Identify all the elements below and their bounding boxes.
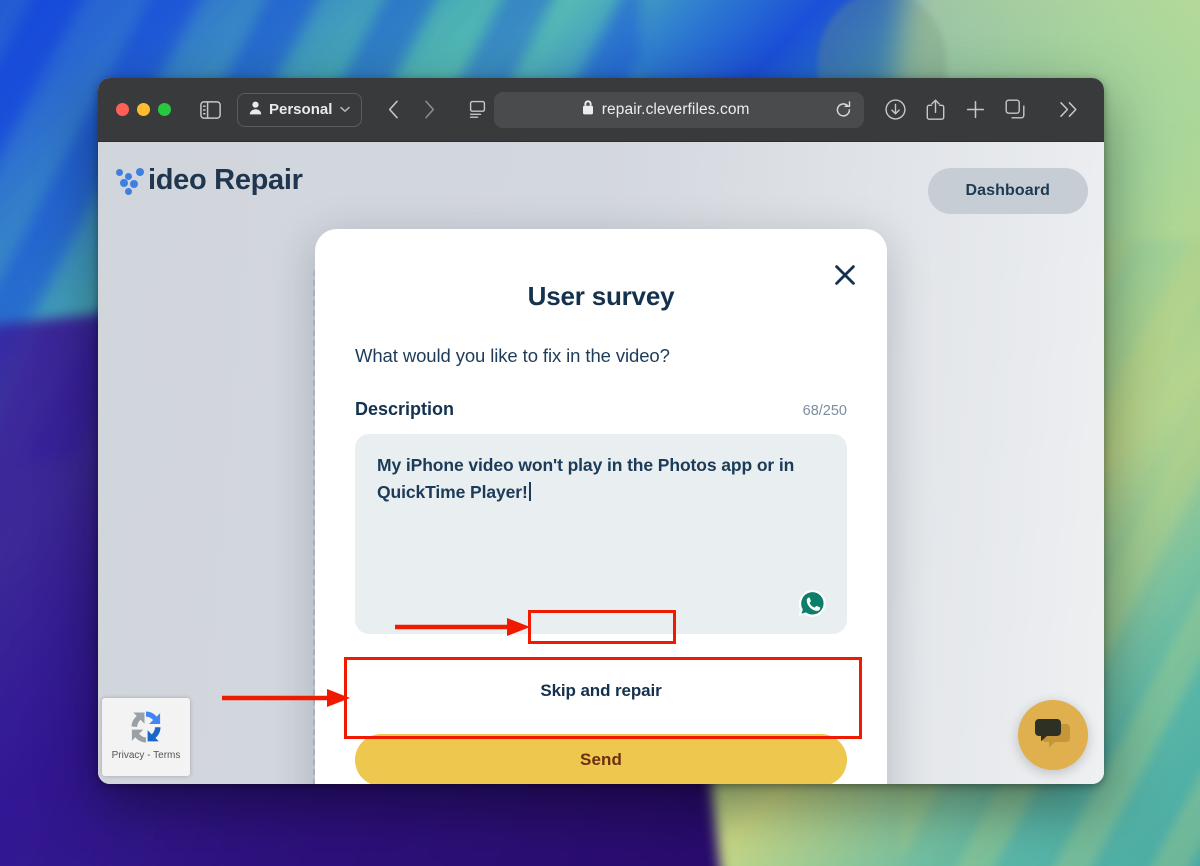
reader-view-icon[interactable] (460, 93, 494, 127)
text-caret (528, 481, 531, 501)
skip-link-row: Skip and repair (355, 676, 847, 706)
downloads-icon[interactable] (878, 93, 912, 127)
toolbar-right-actions (864, 93, 1086, 127)
back-button[interactable] (376, 93, 410, 127)
dashboard-button[interactable]: Dashboard (927, 168, 1088, 214)
url-text: repair.cleverfiles.com (601, 100, 750, 118)
page-content: ideo Repair Dashboard Privacy - Terms Us… (98, 142, 1104, 784)
close-window-button[interactable] (116, 103, 129, 116)
recaptcha-icon (124, 705, 168, 749)
new-tab-icon[interactable] (958, 93, 992, 127)
v-dots-icon (116, 167, 146, 195)
overflow-icon[interactable] (1052, 93, 1086, 127)
survey-question: What would you like to fix in the video? (355, 345, 670, 366)
recaptcha-text: Privacy - Terms (111, 750, 181, 761)
desktop-wallpaper: Personal repair.cleverfiles.com ideo Rep… (0, 0, 1200, 866)
profile-button[interactable]: Personal (237, 92, 363, 127)
sidebar-icon[interactable] (193, 93, 227, 127)
description-text-value: My iPhone video won't play in the Photos… (377, 455, 800, 502)
description-label: Description (355, 399, 455, 419)
browser-toolbar: Personal repair.cleverfiles.com (98, 78, 1104, 142)
person-icon (249, 101, 262, 119)
description-textarea[interactable]: My iPhone video won't play in the Photos… (355, 434, 847, 634)
tab-overview-icon[interactable] (998, 93, 1032, 127)
user-survey-modal: User survey What would you like to fix i… (315, 229, 887, 784)
site-logo-text: ideo Repair (148, 164, 303, 196)
send-button[interactable]: Send (355, 734, 847, 784)
whatsapp-icon[interactable] (795, 586, 830, 621)
chat-bubbles-icon (1033, 717, 1073, 754)
close-icon[interactable] (831, 261, 859, 289)
chat-widget-button[interactable] (1018, 700, 1088, 770)
profile-label: Personal (269, 101, 333, 118)
character-counter: 68/250 (802, 403, 847, 419)
recaptcha-badge[interactable]: Privacy - Terms (102, 698, 190, 776)
description-field-header: Description 68/250 (355, 399, 847, 420)
chevron-down-icon (340, 104, 351, 116)
forward-button[interactable] (412, 93, 446, 127)
share-icon[interactable] (918, 93, 952, 127)
minimize-window-button[interactable] (137, 103, 150, 116)
zoom-window-button[interactable] (158, 103, 171, 116)
reload-icon[interactable] (835, 100, 852, 119)
address-bar[interactable]: repair.cleverfiles.com (494, 91, 864, 128)
lock-icon (582, 99, 594, 120)
site-logo[interactable]: ideo Repair (116, 164, 303, 197)
safari-browser-window: Personal repair.cleverfiles.com ideo Rep… (98, 78, 1104, 784)
window-controls (116, 103, 171, 116)
skip-and-repair-link[interactable]: Skip and repair (532, 676, 669, 706)
modal-title: User survey (527, 281, 675, 311)
